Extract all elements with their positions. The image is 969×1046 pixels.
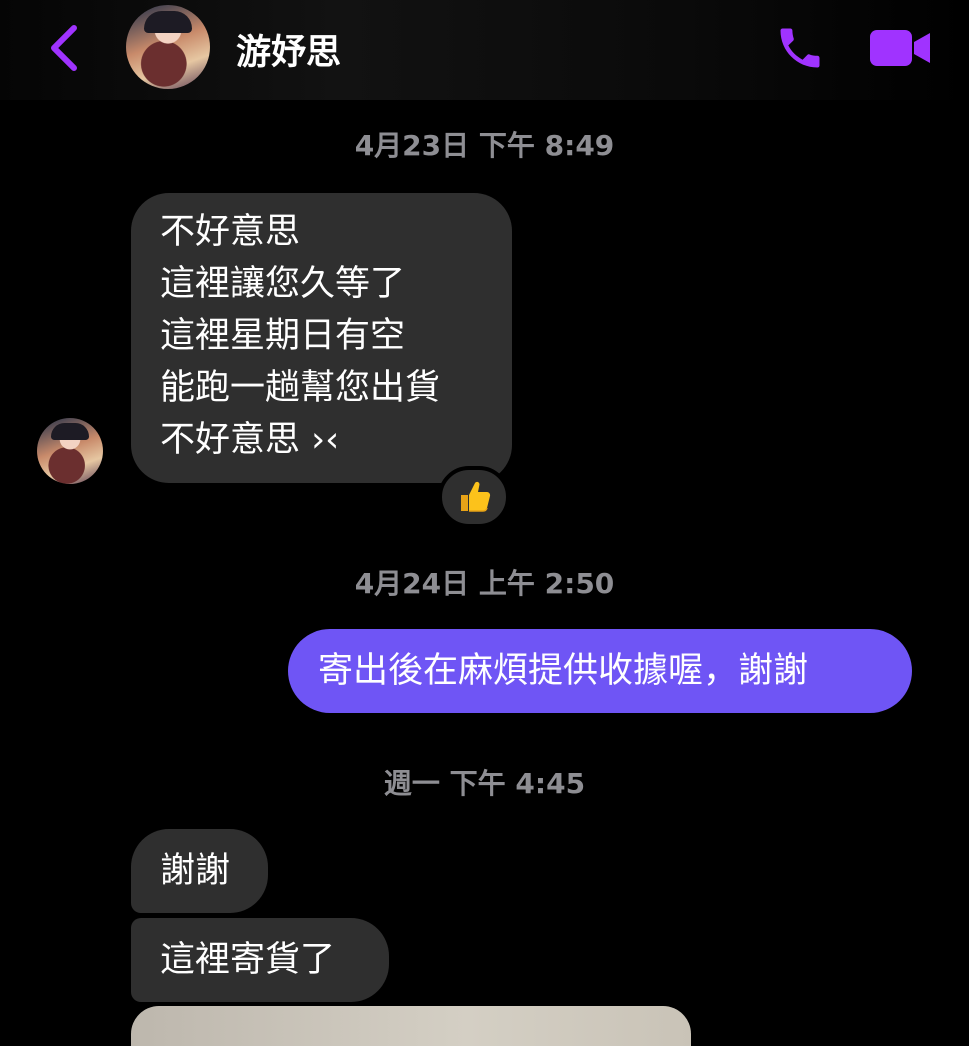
incoming-message-bubble[interactable]: 這裡寄貨了 [131,918,389,1002]
message-line: 這裡星期日有空 [160,316,406,356]
message-line: 能跑一趟幫您出貨 [160,368,441,408]
back-button[interactable] [44,22,84,74]
incoming-message-bubble[interactable]: 不好意思 這裡讓您久等了 這裡星期日有空 能跑一趟幫您出貨 不好意思 ›‹ [131,193,512,483]
voice-call-button[interactable] [774,22,826,74]
message-timestamp: 4月23日 下午 8:49 [354,129,615,162]
message-line: 不好意思 ›‹ [160,420,340,460]
phone-icon [780,28,820,68]
contact-avatar[interactable] [126,5,210,89]
video-call-button[interactable] [868,28,932,68]
message-line: 不好意思 [160,212,301,252]
chat-header: 游妤思 [0,0,969,100]
message-timestamp: 4月24日 上午 2:50 [354,567,615,600]
outgoing-message-bubble[interactable]: 寄出後在麻煩提供收據喔，謝謝 [288,629,912,713]
contact-name[interactable]: 游妤思 [236,24,341,75]
image-attachment[interactable] [131,1006,691,1046]
sender-avatar[interactable] [37,418,103,484]
video-camera-icon [870,30,930,66]
back-chevron-icon [51,25,77,71]
message-line: 這裡讓您久等了 [160,264,406,304]
incoming-message-bubble[interactable]: 謝謝 [131,829,268,913]
reaction-badge[interactable] [438,466,510,528]
thumbs-up-icon [461,481,491,512]
message-timestamp: 週一 下午 4:45 [383,767,586,800]
